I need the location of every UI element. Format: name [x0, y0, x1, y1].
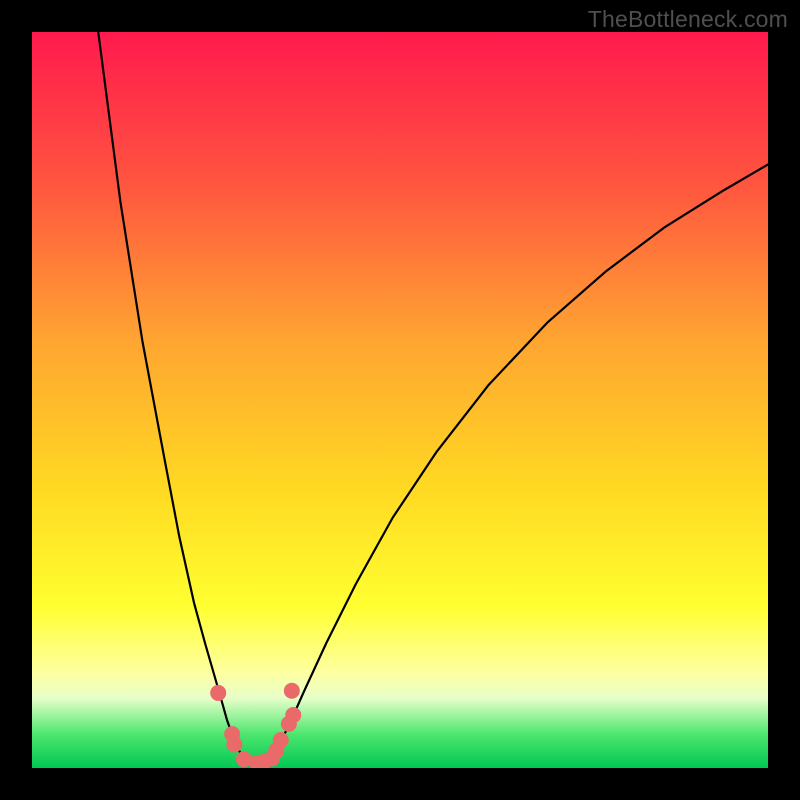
bottleneck-chart: [32, 32, 768, 768]
marker-point: [284, 683, 300, 699]
watermark-text: TheBottleneck.com: [588, 6, 788, 33]
gradient-background: [32, 32, 768, 768]
marker-point: [285, 707, 301, 723]
marker-point: [226, 736, 242, 752]
plot-frame: [32, 32, 768, 768]
marker-point: [210, 685, 226, 701]
marker-point: [273, 732, 289, 748]
